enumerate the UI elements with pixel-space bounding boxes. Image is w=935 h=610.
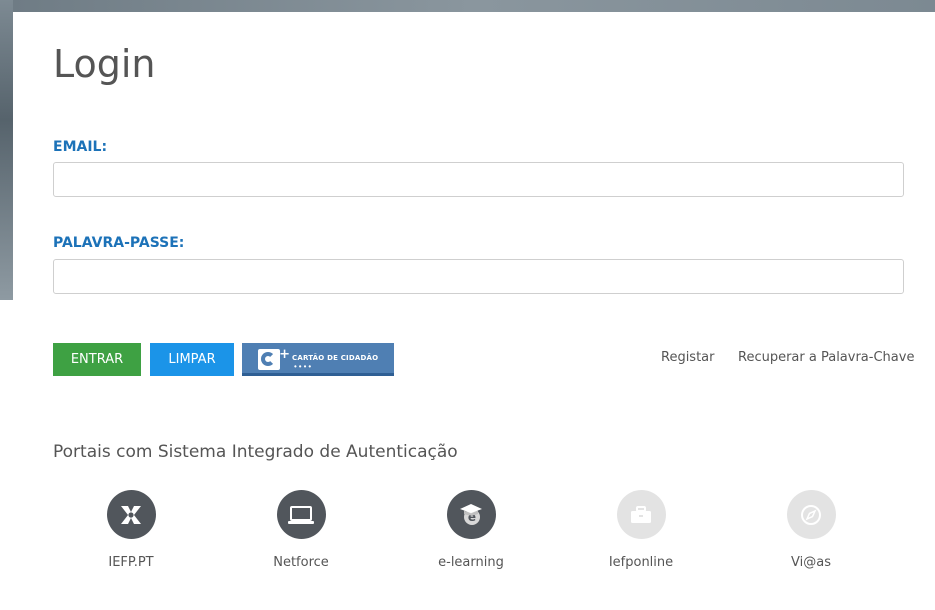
entrar-button[interactable]: ENTRAR: [53, 343, 141, 376]
laptop-icon: [276, 490, 326, 539]
background-image-strip: [0, 0, 13, 300]
password-field[interactable]: [53, 259, 904, 294]
iefp-logo-icon: [106, 490, 156, 539]
cartao-cidadao-button[interactable]: CARTÃO DE CIDADÃO ••••: [242, 343, 394, 376]
portal-iefponline[interactable]: Iefponline: [571, 490, 711, 570]
registar-link[interactable]: Registar: [661, 350, 715, 365]
background-image-top: [13, 0, 935, 12]
page-title: Login: [53, 42, 156, 86]
email-field[interactable]: [53, 162, 904, 197]
portal-e-learning[interactable]: e e-learning: [401, 490, 541, 570]
password-label: PALAVRA-PASSE:: [53, 235, 185, 251]
compass-icon: [786, 490, 836, 539]
portal-label: Vi@as: [791, 555, 831, 570]
graduation-cap-e-icon: e: [446, 490, 496, 539]
cartao-cidadao-label: CARTÃO DE CIDADÃO: [292, 354, 379, 362]
cartao-cidadao-dots: ••••: [294, 362, 314, 371]
portal-label: Netforce: [273, 555, 329, 570]
portal-label: e-learning: [438, 555, 504, 570]
portal-netforce[interactable]: Netforce: [231, 490, 371, 570]
cartao-cidadao-underline: [242, 373, 394, 376]
portal-vias[interactable]: Vi@as: [741, 490, 881, 570]
portal-label: IEFP.PT: [108, 555, 154, 570]
limpar-button[interactable]: LIMPAR: [150, 343, 234, 376]
login-panel: Login EMAIL: PALAVRA-PASSE: ENTRAR LIMPA…: [13, 12, 935, 610]
portal-iefp[interactable]: IEFP.PT: [61, 490, 201, 570]
email-label: EMAIL:: [53, 139, 108, 155]
cartao-cidadao-logo-icon: [258, 347, 290, 370]
portais-section-title: Portais com Sistema Integrado de Autenti…: [53, 442, 458, 462]
recuperar-palavra-chave-link[interactable]: Recuperar a Palavra-Chave: [738, 350, 914, 365]
portal-label: Iefponline: [608, 555, 674, 570]
briefcase-icon: [616, 490, 666, 539]
